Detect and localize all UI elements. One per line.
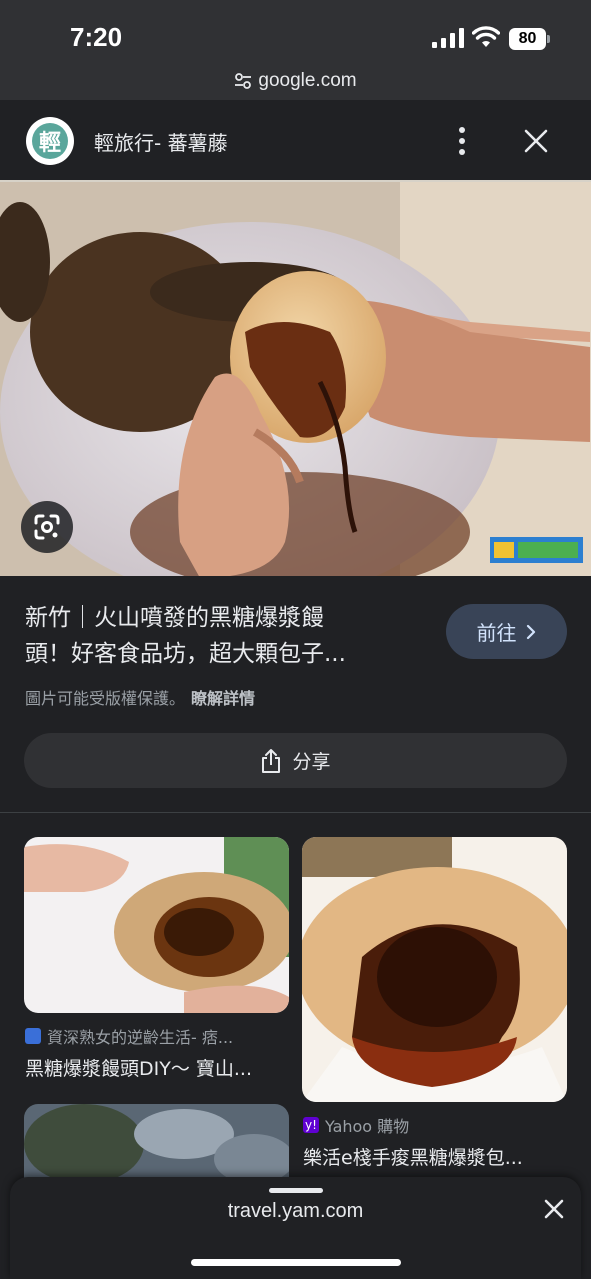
related-photo-2 [302, 837, 567, 1102]
bun-photo [0, 182, 591, 576]
visit-label: 前往 [476, 621, 517, 645]
chevron-right-icon [526, 624, 535, 639]
share-icon [262, 748, 281, 773]
copyright-text: 圖片可能受版權保護。 [25, 689, 186, 708]
close-icon[interactable] [522, 126, 550, 156]
source-site-header: 輕 輕旅行- 蕃薯藤 [0, 100, 591, 180]
status-bar: 7:20 80 [0, 0, 591, 64]
wifi-icon [472, 26, 500, 47]
sheet-drag-handle[interactable] [269, 1188, 323, 1193]
battery-icon: 80 [509, 28, 550, 50]
yahoo-favicon-icon: y! [303, 1117, 319, 1133]
related-title-1[interactable]: 黑糖爆漿饅頭DIY～ 寶山... [25, 1054, 252, 1081]
related-image-2[interactable] [302, 837, 567, 1102]
divider [0, 812, 591, 813]
site-logo-mark: 輕 [32, 123, 68, 159]
status-time: 7:20 [70, 22, 123, 52]
visit-button[interactable]: 前往 [446, 604, 567, 659]
related-title-2[interactable]: 樂活e棧手痠黑糖爆漿包... [303, 1143, 523, 1170]
related-source-1-label: 資深熟女的逆齡生活- 痞... [47, 1028, 234, 1047]
home-indicator[interactable] [191, 1259, 401, 1266]
url-bar[interactable]: google.com [0, 64, 591, 100]
result-title[interactable]: 新竹｜火山噴發的黑糖爆漿饅 頭！好客食品坊，超大顆包子... [25, 600, 425, 672]
share-label: 分享 [292, 751, 331, 773]
url-domain[interactable]: google.com [258, 70, 356, 92]
related-image-1[interactable] [24, 837, 289, 1013]
related-source-2: y! Yahoo 購物 [303, 1113, 409, 1137]
result-image[interactable] [0, 180, 591, 576]
share-button[interactable]: 分享 [24, 733, 567, 788]
site-name[interactable]: 輕旅行- 蕃薯藤 [94, 127, 228, 156]
lens-search-button[interactable] [21, 501, 73, 553]
battery-level: 80 [509, 28, 546, 50]
related-source-1: 資深熟女的逆齡生活- 痞... [25, 1024, 233, 1048]
copyright-notice: 圖片可能受版權保護。 瞭解詳情 [25, 685, 255, 709]
sheet-url[interactable]: travel.yam.com [0, 1200, 591, 1223]
result-title-line-1[interactable]: 新竹｜火山噴發的黑糖爆漿饅 [25, 600, 425, 636]
more-options-icon[interactable] [449, 124, 475, 158]
battery-tip [547, 35, 550, 43]
related-source-2-label: Yahoo 購物 [325, 1117, 410, 1136]
site-settings-icon[interactable] [234, 72, 252, 90]
result-title-line-2[interactable]: 頭！好客食品坊，超大顆包子... [25, 636, 425, 672]
learn-more-link[interactable]: 瞭解詳情 [191, 689, 255, 708]
related-photo-3 [24, 1104, 289, 1180]
favicon-icon [25, 1028, 41, 1044]
sheet-close-icon[interactable] [541, 1196, 567, 1222]
cellular-signal-icon [432, 28, 464, 48]
related-photo-1 [24, 837, 289, 1013]
related-image-3[interactable] [24, 1104, 289, 1180]
google-lens-icon [34, 514, 60, 540]
site-logo: 輕 [26, 117, 74, 165]
